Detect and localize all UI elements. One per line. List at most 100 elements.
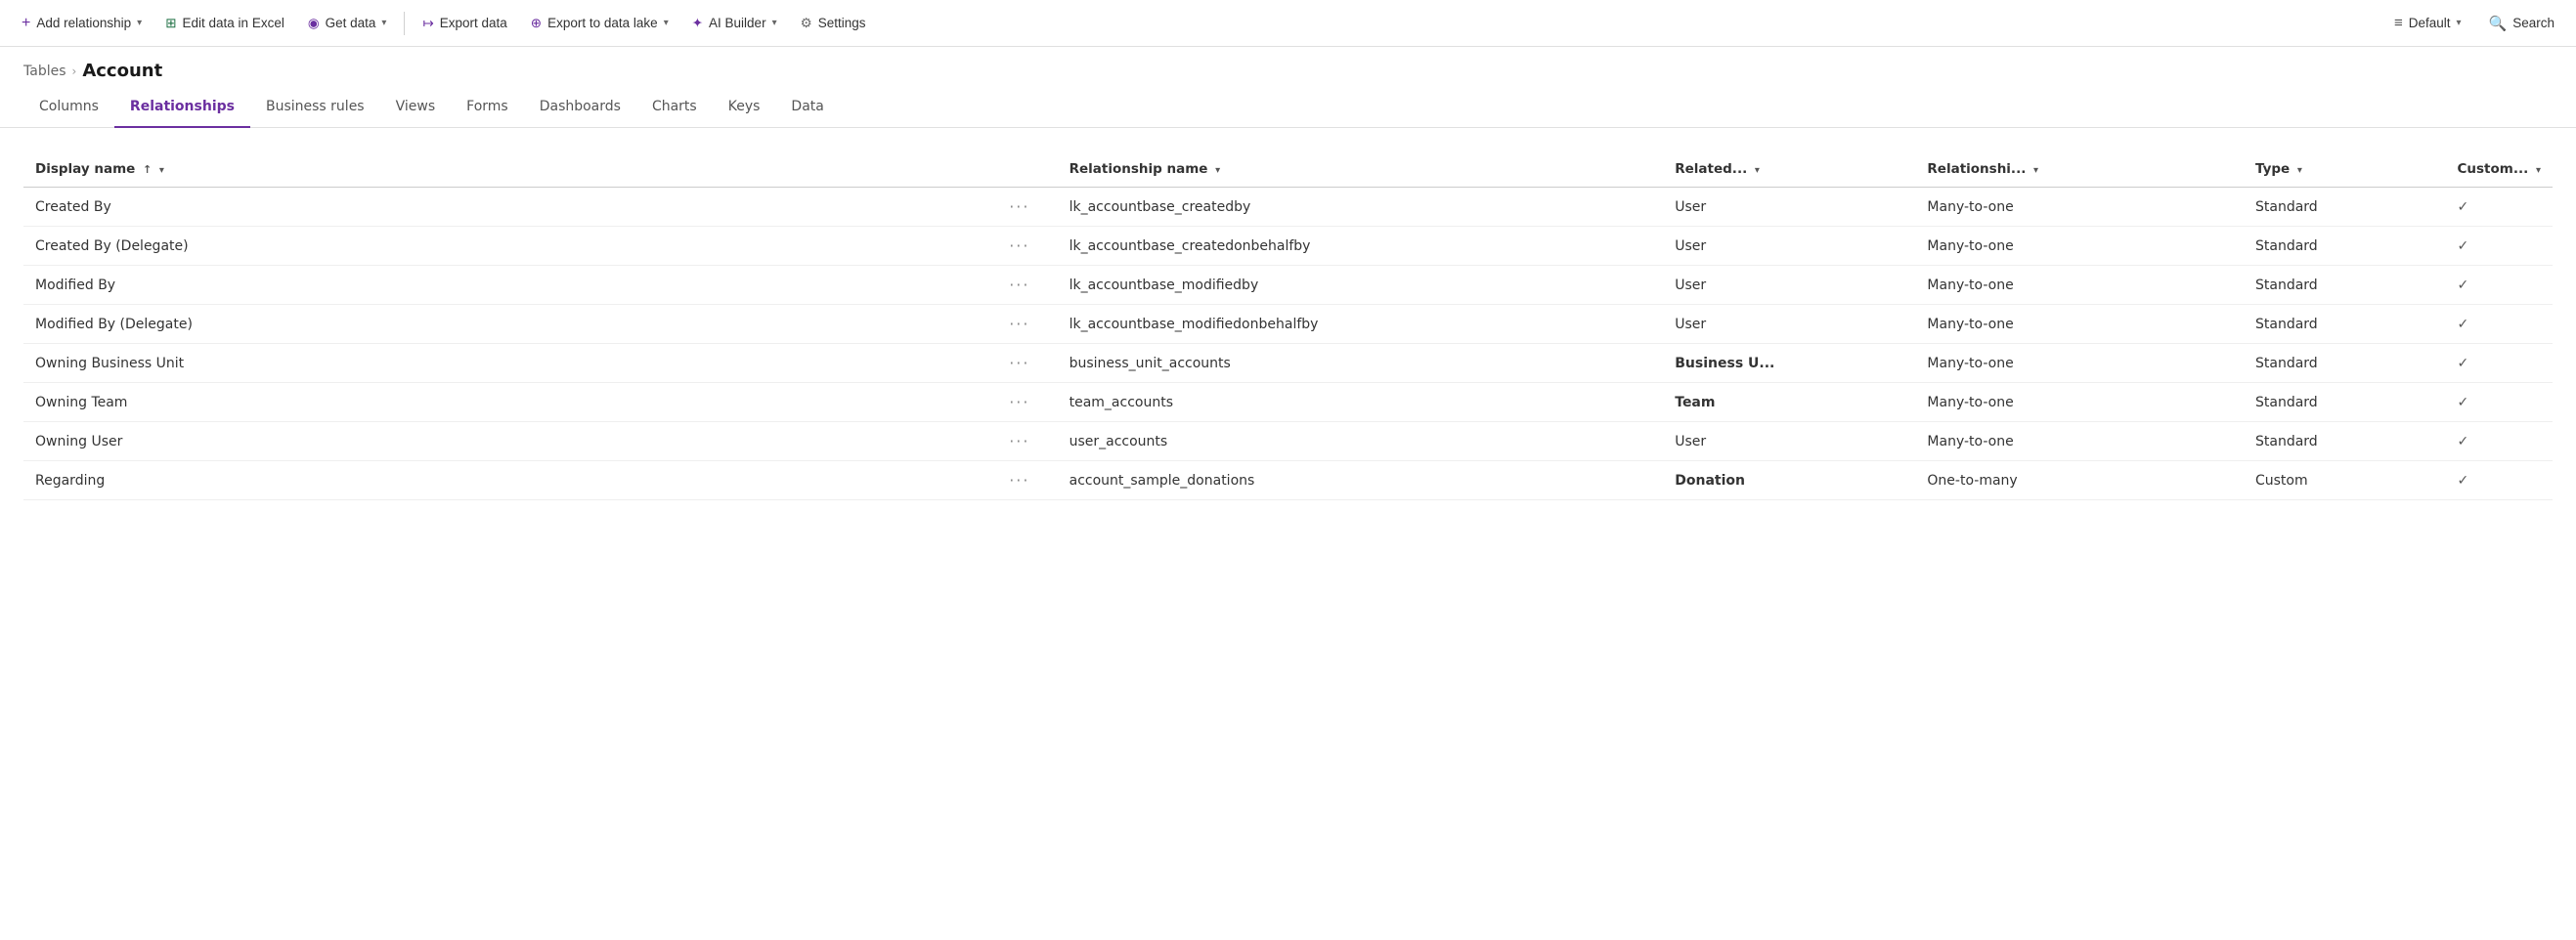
cell-type: Standard	[2244, 188, 2446, 227]
edit-excel-button[interactable]: ⊞ Edit data in Excel	[155, 10, 294, 37]
table-row: Created By ··· lk_accountbase_createdby …	[23, 188, 2553, 227]
cell-display-name: Created By (Delegate)	[23, 227, 982, 266]
table-row: Modified By ··· lk_accountbase_modifiedb…	[23, 266, 2553, 305]
lake-icon: ⊕	[531, 16, 542, 31]
cell-relationship-name: business_unit_accounts	[1058, 344, 1664, 383]
cell-custom: ✓	[2446, 305, 2554, 344]
col-header-type[interactable]: Type ▾	[2244, 151, 2446, 188]
checkmark-icon: ✓	[2458, 317, 2469, 332]
table-row: Owning Business Unit ··· business_unit_a…	[23, 344, 2553, 383]
cell-relationship-name: lk_accountbase_modifiedby	[1058, 266, 1664, 305]
cell-relationship-type: Many-to-one	[1915, 344, 2244, 383]
cell-menu: ···	[982, 188, 1058, 227]
cell-related: Business U...	[1663, 344, 1915, 383]
cell-related: User	[1663, 305, 1915, 344]
tab-charts[interactable]: Charts	[636, 87, 713, 128]
cell-custom: ✓	[2446, 422, 2554, 461]
cell-type: Standard	[2244, 344, 2446, 383]
row-menu-icon[interactable]: ···	[1003, 235, 1035, 257]
cell-display-name: Owning User	[23, 422, 982, 461]
tab-data[interactable]: Data	[775, 87, 839, 128]
breadcrumb-tables-link[interactable]: Tables	[23, 64, 66, 79]
toolbar: + Add relationship ▾ ⊞ Edit data in Exce…	[0, 0, 2576, 47]
row-menu-icon[interactable]: ···	[1003, 469, 1035, 491]
display-name-filter-icon: ▾	[159, 165, 164, 176]
ai-builder-button[interactable]: ✦ AI Builder ▾	[682, 10, 787, 37]
tab-relationships[interactable]: Relationships	[114, 87, 250, 128]
settings-button[interactable]: ⚙ Settings	[791, 10, 876, 37]
cell-menu: ···	[982, 266, 1058, 305]
row-menu-icon[interactable]: ···	[1003, 274, 1035, 296]
col-header-custom[interactable]: Custom... ▾	[2446, 151, 2554, 188]
cell-related: Donation	[1663, 461, 1915, 500]
tabs-container: Columns Relationships Business rules Vie…	[0, 87, 2576, 128]
col-header-display-name[interactable]: Display name ↑ ▾	[23, 151, 982, 188]
checkmark-icon: ✓	[2458, 434, 2469, 449]
cell-display-name: Modified By (Delegate)	[23, 305, 982, 344]
cell-type: Standard	[2244, 305, 2446, 344]
checkmark-icon: ✓	[2458, 278, 2469, 293]
cell-custom: ✓	[2446, 227, 2554, 266]
col-header-related[interactable]: Related... ▾	[1663, 151, 1915, 188]
cell-menu: ···	[982, 227, 1058, 266]
cell-type: Standard	[2244, 422, 2446, 461]
export-data-label: Export data	[440, 16, 507, 30]
cell-type: Standard	[2244, 227, 2446, 266]
row-menu-icon[interactable]: ···	[1003, 391, 1035, 413]
tab-keys[interactable]: Keys	[713, 87, 776, 128]
settings-label: Settings	[818, 16, 866, 30]
cell-menu: ···	[982, 461, 1058, 500]
add-relationship-chevron-icon: ▾	[137, 18, 142, 28]
get-data-button[interactable]: ◉ Get data ▾	[298, 10, 397, 37]
col-header-relationship-name[interactable]: Relationship name ▾	[1058, 151, 1664, 188]
default-button[interactable]: ≡ Default ▾	[2384, 9, 2471, 37]
export-data-button[interactable]: ↦ Export data	[413, 10, 516, 37]
cell-related: User	[1663, 422, 1915, 461]
lines-icon: ≡	[2394, 15, 2403, 31]
toolbar-divider-1	[404, 12, 405, 35]
row-menu-icon[interactable]: ···	[1003, 430, 1035, 452]
checkmark-icon: ✓	[2458, 356, 2469, 371]
tab-dashboards[interactable]: Dashboards	[524, 87, 636, 128]
checkmark-icon: ✓	[2458, 199, 2469, 215]
get-data-label: Get data	[326, 16, 376, 30]
edit-excel-label: Edit data in Excel	[183, 16, 284, 30]
cell-menu: ···	[982, 344, 1058, 383]
database-icon: ◉	[308, 16, 320, 31]
search-button[interactable]: 🔍 Search	[2479, 9, 2564, 38]
row-menu-icon[interactable]: ···	[1003, 195, 1035, 218]
toolbar-right: ≡ Default ▾ 🔍 Search	[2384, 9, 2564, 38]
cell-relationship-name: account_sample_donations	[1058, 461, 1664, 500]
tab-views[interactable]: Views	[380, 87, 452, 128]
tab-business-rules[interactable]: Business rules	[250, 87, 380, 128]
cell-relationship-name: lk_accountbase_modifiedonbehalfby	[1058, 305, 1664, 344]
plus-icon: +	[22, 15, 30, 32]
cell-related: Team	[1663, 383, 1915, 422]
tab-forms[interactable]: Forms	[451, 87, 524, 128]
settings-icon: ⚙	[801, 16, 812, 31]
export-icon: ↦	[422, 16, 433, 31]
cell-relationship-type: Many-to-one	[1915, 266, 2244, 305]
cell-relationship-type: Many-to-one	[1915, 188, 2244, 227]
row-menu-icon[interactable]: ···	[1003, 313, 1035, 335]
search-icon: 🔍	[2489, 15, 2508, 32]
add-relationship-button[interactable]: + Add relationship ▾	[12, 9, 152, 38]
col-header-relationship-type[interactable]: Relationshi... ▾	[1915, 151, 2244, 188]
default-label: Default	[2409, 16, 2451, 30]
cell-menu: ···	[982, 305, 1058, 344]
ai-builder-chevron-icon: ▾	[772, 18, 777, 28]
checkmark-icon: ✓	[2458, 395, 2469, 410]
row-menu-icon[interactable]: ···	[1003, 352, 1035, 374]
table-row: Owning User ··· user_accounts User Many-…	[23, 422, 2553, 461]
tab-columns[interactable]: Columns	[23, 87, 114, 128]
table-row: Owning Team ··· team_accounts Team Many-…	[23, 383, 2553, 422]
cell-menu: ···	[982, 422, 1058, 461]
relationships-table-container: Display name ↑ ▾ Relationship name ▾ Rel…	[0, 128, 2576, 500]
ai-icon: ✦	[692, 16, 703, 31]
cell-relationship-name: team_accounts	[1058, 383, 1664, 422]
cell-custom: ✓	[2446, 188, 2554, 227]
cell-relationship-type: Many-to-one	[1915, 383, 2244, 422]
export-lake-button[interactable]: ⊕ Export to data lake ▾	[521, 10, 678, 37]
checkmark-icon: ✓	[2458, 473, 2469, 489]
cell-relationship-name: lk_accountbase_createdonbehalfby	[1058, 227, 1664, 266]
